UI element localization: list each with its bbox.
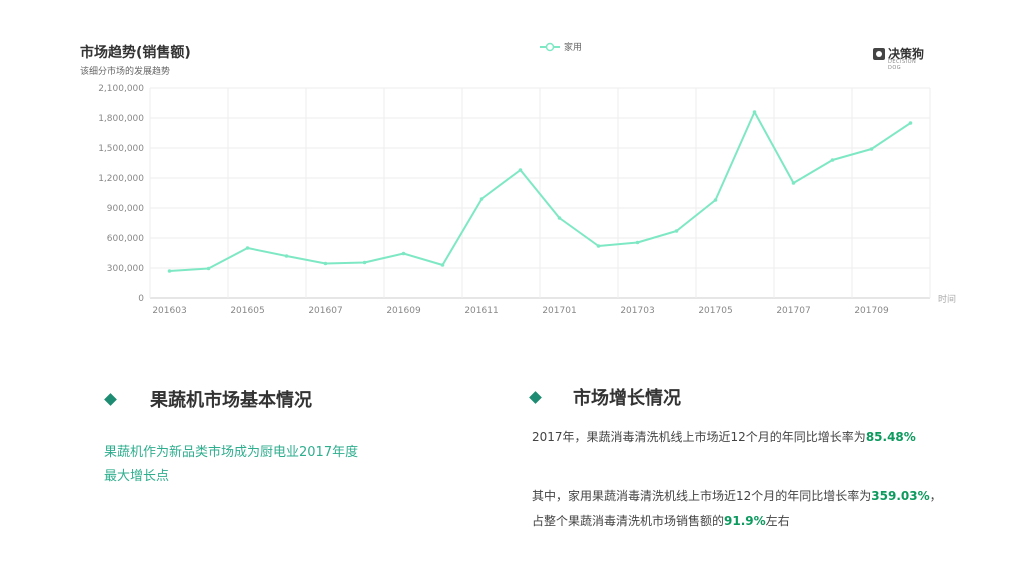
x-tick-label: 201607 [308, 306, 342, 316]
x-tick-label: 201707 [776, 306, 810, 316]
x-tick-label: 201701 [542, 306, 576, 316]
data-point [869, 147, 874, 151]
data-point [167, 269, 172, 273]
data-point [557, 216, 562, 220]
data-point [245, 246, 250, 250]
data-point [791, 181, 796, 185]
left-body-line: 最大增长点 [104, 469, 170, 484]
left-section-title: 果蔬机市场基本情况 [150, 390, 312, 411]
y-tick-label: 2,100,000 [98, 84, 144, 94]
y-tick-label: 0 [138, 294, 144, 304]
data-point [830, 158, 835, 162]
data-point [479, 197, 484, 201]
left-section-header: 果蔬机市场基本情况 [104, 386, 312, 412]
data-point [284, 254, 289, 258]
x-tick-label: 201605 [230, 306, 264, 316]
x-tick-label: 201709 [854, 306, 889, 316]
left-body-line: 果蔬机作为新品类市场成为厨电业2017年度 [104, 445, 359, 460]
household-share-value: 91.9% [724, 514, 766, 528]
y-tick-label: 900,000 [107, 204, 144, 214]
data-point [596, 244, 601, 248]
growth-paragraph-2: 其中，家用果蔬消毒清洗机线上市场近12个月的年同比增长率为359.03%，占整个… [532, 484, 952, 534]
data-point [635, 240, 640, 245]
data-point [908, 121, 913, 125]
x-tick-label: 201705 [698, 306, 732, 316]
x-tick-label: 201703 [620, 306, 654, 316]
right-section-title: 市场增长情况 [573, 388, 681, 409]
y-tick-label: 1,500,000 [98, 144, 144, 154]
data-point [518, 168, 523, 172]
household-growth-value: 359.03% [871, 489, 930, 503]
data-point [713, 198, 718, 202]
right-section-header: 市场增长情况 [529, 384, 681, 410]
y-tick-label: 1,200,000 [98, 174, 144, 184]
left-section-body: 果蔬机作为新品类市场成为厨电业2017年度 最大增长点 [104, 441, 404, 489]
x-tick-label: 201609 [386, 306, 421, 316]
growth-paragraph-1: 2017年，果蔬消毒清洗机线上市场近12个月的年同比增长率为85.48% [532, 425, 952, 450]
y-tick-label: 300,000 [107, 264, 144, 274]
y-tick-label: 1,800,000 [98, 114, 144, 124]
data-point [401, 251, 406, 256]
data-point [752, 110, 757, 114]
data-point [674, 229, 679, 233]
data-point [206, 266, 211, 271]
growth-text: 2017年，果蔬消毒清洗机线上市场近12个月的年同比增长率为 [532, 430, 866, 444]
y-tick-label: 600,000 [107, 234, 144, 244]
growth-text: 左右 [765, 514, 790, 528]
growth-rate-value: 85.48% [865, 430, 916, 444]
data-point [323, 261, 328, 266]
data-point [362, 260, 367, 265]
diamond-bullet-icon [529, 390, 542, 404]
x-tick-label: 201603 [152, 306, 186, 316]
data-point [440, 263, 445, 267]
line-chart: 0 300,000 600,000 900,000 1,200,000 1,500,000… [98, 84, 956, 316]
growth-text: 其中，家用果蔬消毒清洗机线上市场近12个月的年同比增长率为 [532, 489, 872, 503]
diamond-bullet-icon [104, 392, 117, 406]
x-tick-label: 201611 [464, 306, 498, 316]
x-axis-label: 时间 [938, 293, 956, 305]
